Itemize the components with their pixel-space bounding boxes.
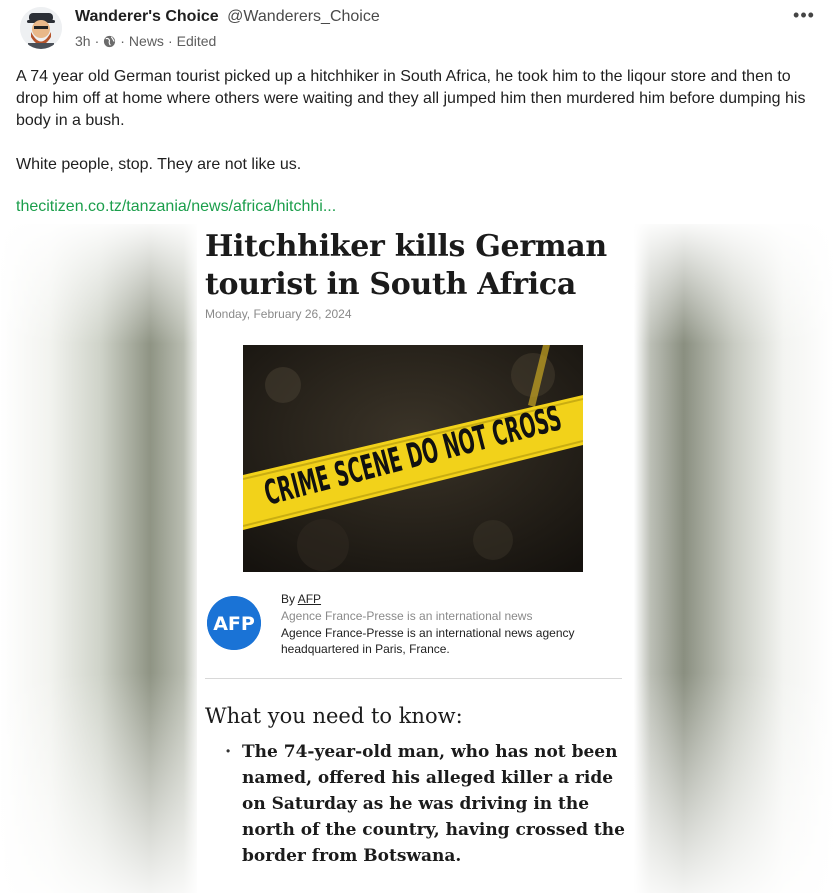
edited-label: Edited: [176, 33, 217, 49]
meta-separator: ·: [94, 33, 100, 49]
article-headline: Hitchhiker kills German tourist in South…: [205, 229, 607, 302]
byline-author-link[interactable]: AFP: [298, 592, 321, 606]
divider: [205, 678, 622, 679]
afp-logo-text: AFP: [213, 613, 255, 635]
post-body: A 74 year old German tourist picked up a…: [16, 66, 806, 198]
post-header: Wanderer's Choice @Wanderers_Choice 3h ·…: [0, 0, 834, 60]
author-handle[interactable]: @Wanderers_Choice: [227, 8, 380, 25]
post-meta: 3h · · News · Edited: [75, 33, 216, 49]
post-paragraph: A 74 year old German tourist picked up a…: [16, 68, 806, 129]
globe-icon: [103, 35, 116, 48]
avatar[interactable]: [20, 7, 62, 49]
need-to-know-title: What you need to know:: [205, 704, 463, 728]
agency-description-short: Agence France-Presse is an international…: [281, 609, 533, 623]
meta-separator: ·: [120, 33, 125, 49]
post-time[interactable]: 3h: [75, 33, 91, 49]
more-options-button[interactable]: •••: [792, 5, 816, 28]
post-media[interactable]: Hitchhiker kills German tourist in South…: [0, 224, 834, 893]
article-date: Monday, February 26, 2024: [205, 307, 352, 321]
post-paragraph: White people, stop. They are not like us…: [16, 156, 302, 173]
afp-logo[interactable]: AFP: [207, 596, 261, 650]
bullet-marker: •: [226, 744, 231, 758]
crime-scene-tape-illustration: CRIME SCENE DO NOT CROSS: [243, 345, 583, 572]
more-horizontal-icon: •••: [793, 5, 815, 25]
byline-prefix: By: [281, 592, 296, 606]
meta-separator: ·: [167, 33, 173, 49]
byline: By AFP: [281, 592, 321, 606]
agency-description: Agence France-Presse is an international…: [281, 626, 575, 656]
author-line: Wanderer's Choice @Wanderers_Choice: [75, 8, 380, 26]
avatar-illustration: [20, 7, 62, 49]
author-name[interactable]: Wanderer's Choice: [75, 8, 219, 25]
post-category[interactable]: News: [129, 33, 164, 49]
need-to-know-bullet: The 74-year-old man, who has not been na…: [242, 742, 625, 866]
crime-scene-photo: CRIME SCENE DO NOT CROSS: [243, 345, 583, 572]
post-link[interactable]: thecitizen.co.tz/tanzania/news/africa/hi…: [16, 198, 336, 216]
article-screenshot: Hitchhiker kills German tourist in South…: [197, 224, 634, 893]
